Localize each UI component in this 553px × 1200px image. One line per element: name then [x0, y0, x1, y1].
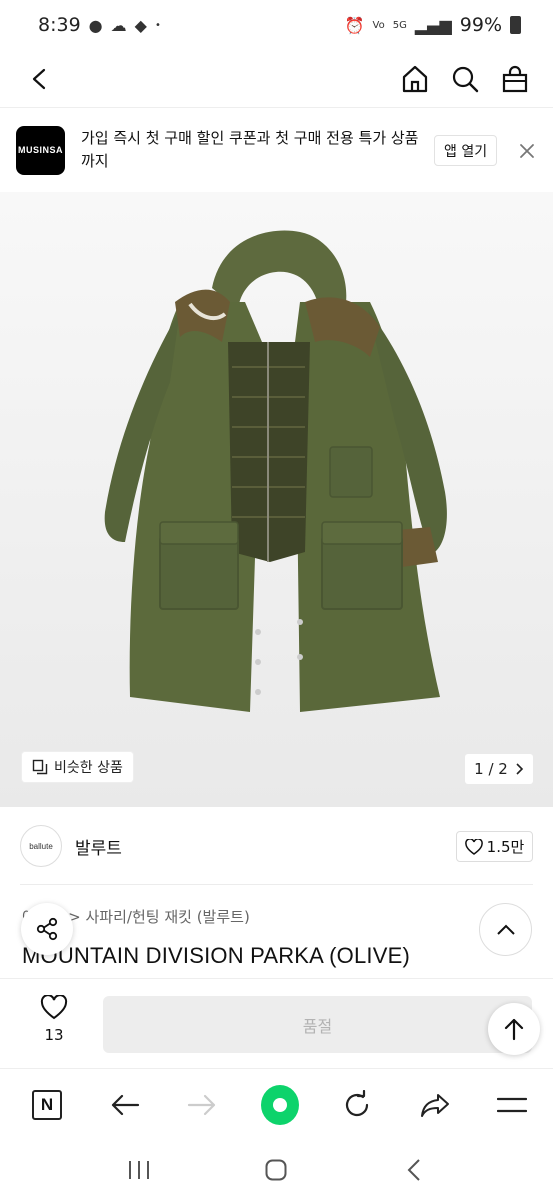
browser-menu-button[interactable]: [493, 1086, 531, 1124]
back-icon: [32, 68, 46, 89]
back-button[interactable]: [24, 63, 56, 95]
arrow-left-icon: [111, 1094, 139, 1115]
status-bar: 8:39 ● ☁ ◆ • ⏰ Vo 5G ▂▄▆ 99%: [0, 0, 553, 50]
chat-notification-icon: ●: [88, 15, 103, 35]
product-photo-parka: [104, 230, 447, 712]
brand-row[interactable]: ballute 발루트 1.5만: [0, 807, 553, 885]
app-notification-icon: ◆: [134, 15, 147, 35]
refresh-button[interactable]: [338, 1086, 376, 1124]
naver-icon: N: [32, 1089, 62, 1120]
similar-products-label: 비슷한 상품: [54, 760, 123, 776]
volte-icon: Vo: [372, 19, 385, 31]
similar-products-button[interactable]: 비슷한 상품: [22, 752, 133, 782]
system-back-icon: [407, 1159, 420, 1181]
wishlist-button[interactable]: 13: [28, 995, 80, 1044]
network-type: 5G: [392, 19, 407, 31]
more-notifications-icon: •: [154, 19, 161, 31]
share-icon: [36, 917, 58, 941]
collapse-button[interactable]: [479, 903, 532, 956]
app-header: [0, 50, 553, 108]
brand-logo: ballute: [20, 825, 62, 867]
home-button[interactable]: [399, 63, 431, 95]
menu-icon: [497, 1097, 527, 1112]
brand-like-count: 1.5만: [486, 838, 525, 856]
purchase-bar: 13 품절: [0, 978, 553, 1068]
scroll-top-button[interactable]: [488, 1003, 540, 1055]
wishlist-count: 13: [44, 1026, 64, 1044]
browser-forward-button[interactable]: [183, 1086, 221, 1124]
chevron-right-icon: [516, 763, 523, 775]
product-title: MOUNTAIN DIVISION PARKA (OLIVE): [22, 943, 410, 968]
recent-apps-button[interactable]: [120, 1151, 158, 1189]
image-pager[interactable]: 1 / 2: [465, 754, 533, 784]
image-pager-label: 1 / 2: [474, 760, 508, 778]
similar-icon: [32, 759, 48, 775]
browser-toolbar: N: [0, 1068, 553, 1140]
cart-button[interactable]: [499, 63, 531, 95]
alarm-icon: ⏰: [344, 15, 365, 35]
home-icon: [402, 65, 428, 92]
status-time: 8:39: [38, 14, 81, 36]
musinsa-logo: MUSINSA: [16, 125, 65, 175]
green-dot-icon: [260, 1084, 299, 1125]
naver-home-button[interactable]: N: [28, 1086, 66, 1124]
bag-icon: [502, 65, 528, 92]
browser-back-button[interactable]: [106, 1086, 144, 1124]
brand-like-button[interactable]: 1.5만: [456, 831, 533, 862]
green-dot-button[interactable]: [260, 1084, 299, 1125]
soldout-button: 품절: [103, 996, 532, 1053]
system-home-icon: [265, 1159, 287, 1181]
system-back-button[interactable]: [395, 1151, 433, 1189]
battery-icon: [510, 16, 521, 34]
cloud-notification-icon: ☁: [110, 15, 127, 35]
share-button[interactable]: [21, 903, 73, 955]
search-button[interactable]: [449, 63, 481, 95]
search-icon: [452, 66, 479, 92]
chevron-up-icon: [496, 924, 515, 935]
refresh-icon: [345, 1089, 369, 1116]
system-home-button[interactable]: [257, 1151, 295, 1189]
arrow-right-icon: [187, 1094, 216, 1115]
banner-close-button[interactable]: [516, 140, 538, 162]
arrow-up-icon: [504, 1018, 524, 1041]
divider: [20, 884, 533, 885]
signal-icon: ▂▄▆: [414, 15, 452, 35]
forward-share-icon: [420, 1093, 449, 1117]
heart-icon: [464, 838, 483, 855]
battery-percent: 99%: [459, 14, 502, 36]
close-icon: [520, 144, 534, 158]
open-app-button[interactable]: 앱 열기: [434, 135, 498, 166]
recent-apps-icon: [128, 1161, 149, 1179]
heart-icon: [40, 995, 68, 1020]
app-install-banner: MUSINSA 가입 즉시 첫 구매 할인 쿠폰과 첫 구매 전용 특가 상품까…: [0, 108, 553, 192]
system-navigation-bar: [0, 1140, 553, 1200]
brand-name[interactable]: 발루트: [75, 834, 122, 859]
product-image-carousel[interactable]: 비슷한 상품 1 / 2: [0, 192, 553, 807]
browser-share-button[interactable]: [416, 1086, 454, 1124]
banner-message: 가입 즉시 첫 구매 할인 쿠폰과 첫 구매 전용 특가 상품까지: [81, 129, 419, 170]
